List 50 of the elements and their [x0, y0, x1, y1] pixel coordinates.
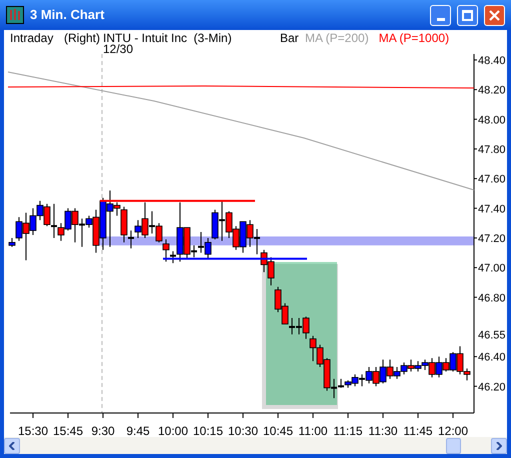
time-label: 12:00	[438, 424, 468, 437]
price-label: 47.80	[478, 144, 506, 156]
candlestick	[169, 250, 177, 264]
price-label: 48.40	[478, 54, 506, 67]
price-label: 48.20	[478, 84, 506, 97]
candlestick	[127, 230, 135, 249]
indicator-label: MA (P=200)	[305, 32, 369, 45]
chevron-left-icon	[9, 442, 15, 450]
time-label: 9:45	[126, 424, 150, 437]
chevron-right-icon	[496, 442, 502, 450]
price-label: 46.40	[478, 352, 506, 364]
scroll-left-button[interactable]	[4, 438, 20, 454]
price-label: 48.00	[478, 114, 506, 126]
symbol-label: INTU - Intuit Inc (3-Min)	[103, 32, 232, 45]
time-label: 11:15	[333, 424, 363, 437]
time-label: 10:00	[158, 424, 188, 437]
minimize-button[interactable]	[430, 4, 451, 26]
close-button[interactable]	[484, 4, 505, 26]
price-label: 47.20	[478, 232, 506, 245]
horizontal-scrollbar[interactable]	[4, 437, 507, 454]
time-label: 11:30	[368, 424, 398, 437]
chart-style-label: Bar	[280, 32, 299, 45]
chart-app-icon	[6, 6, 24, 24]
price-label: 46.20	[478, 381, 506, 394]
maximize-icon	[462, 10, 473, 20]
price-marker-label: 46.55	[478, 329, 506, 342]
date-label: 12/30	[103, 43, 134, 56]
time-label: 10:15	[192, 424, 224, 437]
price-label: 47.40	[478, 203, 506, 216]
time-label: 11:45	[403, 424, 433, 437]
axis-side-label: (Right)	[64, 32, 100, 45]
close-icon	[489, 10, 500, 20]
indicator-label: MA (P=1000)	[378, 32, 450, 45]
time-label: 10:45	[262, 424, 294, 437]
scroll-thumb[interactable]	[446, 438, 461, 454]
window-title: 3 Min. Chart	[30, 6, 106, 24]
scroll-right-button[interactable]	[491, 438, 507, 454]
range-label: Intraday	[10, 32, 54, 45]
time-label: 15:30	[18, 424, 48, 437]
price-label: 47.00	[478, 262, 506, 275]
price-label: 46.80	[478, 292, 506, 304]
minimize-icon	[436, 18, 444, 20]
maximize-button[interactable]	[457, 4, 478, 26]
price-label: 47.60	[478, 174, 506, 186]
time-label: 15:45	[52, 424, 84, 437]
candlestick	[162, 238, 170, 262]
candlestick	[50, 203, 58, 238]
time-label: 9:30	[91, 424, 115, 437]
time-label: 10:30	[228, 424, 258, 437]
time-label: 11:00	[298, 424, 328, 437]
